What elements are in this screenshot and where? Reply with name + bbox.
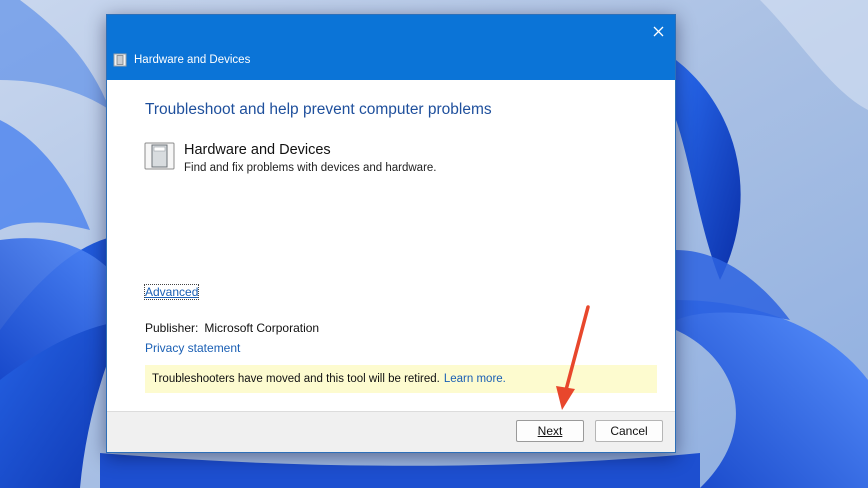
close-button[interactable] [645, 19, 671, 43]
publisher-label: Publisher: [145, 321, 199, 335]
privacy-statement-link[interactable]: Privacy statement [145, 341, 240, 355]
publisher-row: Publisher: Microsoft Corporation [145, 321, 319, 335]
hardware-devices-icon [144, 142, 175, 170]
cancel-button[interactable]: Cancel [595, 420, 663, 442]
next-button-label: Next [537, 424, 563, 438]
troubleshooter-name: Hardware and Devices [184, 142, 331, 158]
advanced-link[interactable]: Advanced [143, 284, 200, 300]
learn-more-link[interactable]: Learn more. [444, 373, 506, 385]
next-button[interactable]: Next [516, 420, 584, 442]
hardware-devices-icon [113, 53, 127, 67]
cancel-button-label: Cancel [610, 424, 648, 438]
window-title: Hardware and Devices [134, 54, 251, 66]
page-heading: Troubleshoot and help prevent computer p… [145, 101, 492, 118]
troubleshooter-description: Find and fix problems with devices and h… [184, 162, 437, 174]
troubleshooter-dialog: Hardware and Devices Troubleshoot and he… [106, 14, 676, 453]
notice-text: Troubleshooters have moved and this tool… [152, 373, 440, 385]
dialog-footer: Next Cancel [107, 411, 675, 452]
close-icon [653, 26, 663, 36]
publisher-value: Microsoft Corporation [204, 321, 320, 335]
retirement-notice: Troubleshooters have moved and this tool… [145, 365, 657, 393]
title-bar: Hardware and Devices [107, 15, 675, 80]
